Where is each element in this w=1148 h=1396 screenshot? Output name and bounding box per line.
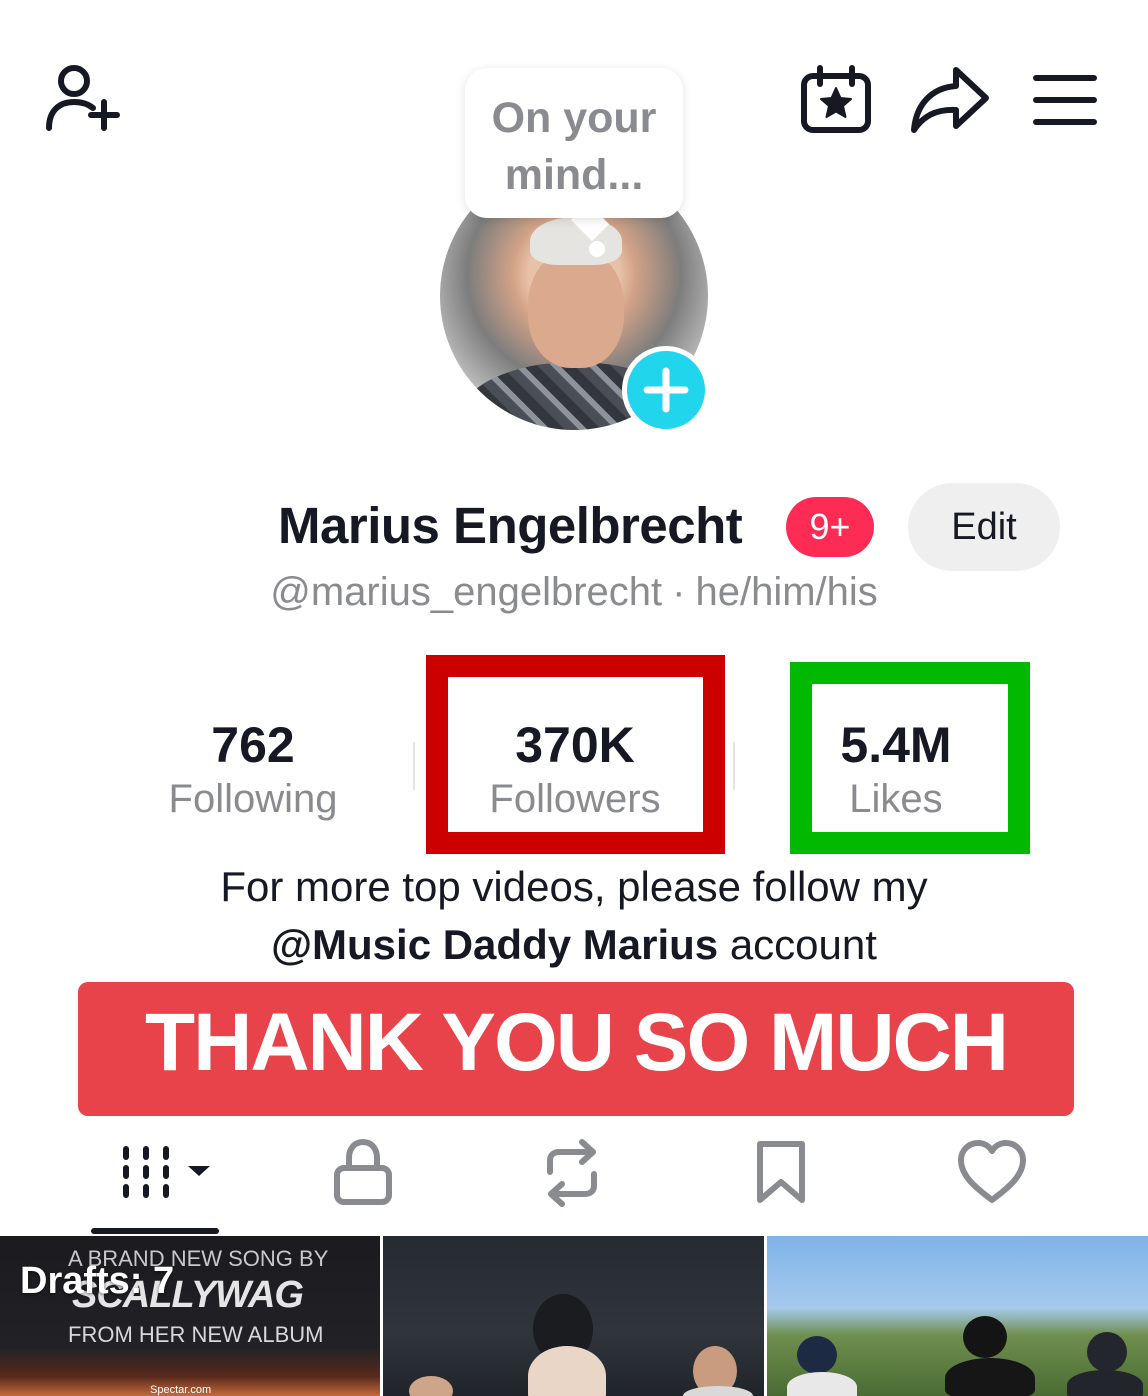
thumb-figure	[963, 1316, 1007, 1358]
bubble-dot	[589, 241, 605, 257]
thumb-text-line3: FROM HER NEW ALBUM	[68, 1322, 324, 1347]
pronouns: he/him/his	[695, 570, 878, 614]
notification-badge[interactable]: 9+	[786, 497, 874, 557]
stat-following[interactable]: 762 Following	[133, 716, 373, 824]
thumb-site-text: Spectar.com	[150, 1384, 212, 1396]
add-friend-icon[interactable]	[40, 62, 124, 138]
handle-separator: ·	[672, 570, 686, 614]
calendar-star-icon[interactable]	[798, 64, 874, 136]
drafts-label: Drafts: 7	[20, 1260, 175, 1302]
likes-highlight-box	[790, 662, 1030, 854]
tab-reposts[interactable]	[536, 1138, 608, 1208]
bio-mention[interactable]: @Music Daddy Marius	[271, 921, 718, 968]
stat-divider	[733, 742, 735, 790]
followers-highlight-box	[426, 655, 725, 854]
following-count: 762	[211, 717, 295, 773]
add-story-plus-icon[interactable]	[622, 346, 710, 434]
edit-profile-button[interactable]: Edit	[908, 483, 1060, 571]
stat-divider	[413, 742, 415, 790]
thumb-figure	[683, 1386, 753, 1396]
tab-liked[interactable]	[956, 1138, 1028, 1208]
bio-line2-suffix: account	[729, 921, 877, 968]
bio: For more top videos, please follow my @M…	[0, 858, 1148, 974]
bubble-text: On your mind...	[491, 94, 657, 199]
active-tab-indicator	[91, 1228, 219, 1234]
menu-hamburger-icon[interactable]	[1030, 70, 1100, 130]
thumb-figure	[945, 1358, 1035, 1396]
thumb-figure	[409, 1376, 453, 1396]
display-name: Marius Engelbrecht	[278, 497, 743, 554]
video-thumbnail[interactable]	[767, 1236, 1148, 1396]
thumb-figure	[1087, 1332, 1127, 1372]
avatar-face	[528, 250, 624, 368]
tab-saved[interactable]	[752, 1138, 810, 1208]
video-thumbnail-drafts[interactable]: A BRAND NEW SONG BY SCALLYWAG FROM HER N…	[0, 1236, 380, 1396]
share-arrow-icon[interactable]	[908, 64, 992, 136]
bio-line1: For more top videos, please follow my	[220, 863, 928, 910]
video-thumbnail[interactable]	[383, 1236, 764, 1396]
tab-private[interactable]	[332, 1138, 394, 1208]
handle-row: @marius_engelbrecht · he/him/his	[0, 570, 1148, 615]
thank-you-banner: THANK YOU SO MUCH	[78, 982, 1074, 1116]
thumb-figure	[787, 1372, 857, 1396]
on-your-mind-bubble[interactable]: On your mind...	[465, 68, 683, 218]
username-handle[interactable]: @marius_engelbrecht	[270, 570, 662, 614]
following-label: Following	[168, 777, 338, 821]
tab-videos[interactable]	[118, 1138, 214, 1208]
thumb-figure	[797, 1336, 837, 1374]
thumb-figure	[1067, 1370, 1143, 1396]
thumb-figure	[528, 1346, 606, 1396]
